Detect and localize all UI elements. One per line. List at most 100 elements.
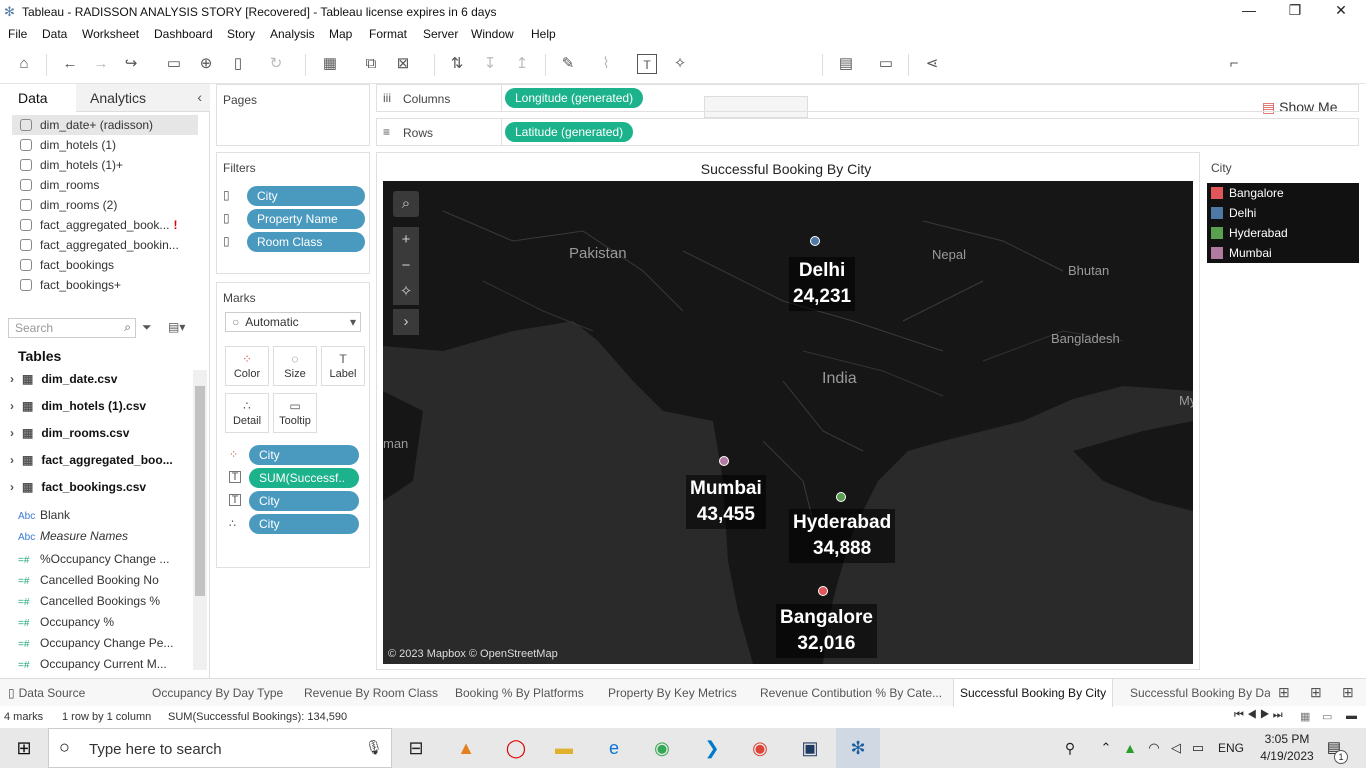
columns-pill-longitude[interactable]: Longitude (generated) — [505, 88, 644, 108]
file-explorer-icon[interactable]: ▬ — [552, 736, 576, 760]
datasource-item[interactable]: dim_rooms — [20, 178, 99, 192]
tabs-view-icon[interactable]: ▬ — [1346, 710, 1357, 722]
language-indicator[interactable]: ENG — [1218, 741, 1244, 755]
tab-analytics[interactable]: Analytics ‹ — [76, 84, 210, 112]
field-item[interactable]: =# Cancelled Bookings % — [18, 594, 160, 608]
map-point-mumbai[interactable] — [719, 456, 729, 466]
tab-sheet-active[interactable]: Successful Booking By City — [953, 679, 1114, 707]
replay-icon[interactable]: ↪ — [121, 54, 141, 74]
reset-map-icon[interactable]: ✧ — [393, 279, 419, 305]
menu-server[interactable]: Server — [423, 27, 458, 41]
table-item[interactable]: › ▦ dim_rooms.csv — [10, 426, 129, 440]
map-view[interactable]: Pakistan Nepal Bhutan Bangladesh India m… — [383, 181, 1193, 664]
filmstrip-icon[interactable]: ▭ — [1322, 710, 1332, 723]
tab-sheet[interactable]: Occupancy By Day Type — [152, 686, 283, 700]
chrome-icon[interactable]: ◉ — [748, 736, 772, 760]
map-toolbar-expand-icon[interactable]: › — [393, 309, 419, 335]
tab-sheet[interactable]: Revenue By Room Class — [304, 686, 438, 700]
sort-desc-icon[interactable]: ↥ — [512, 54, 532, 74]
menu-data[interactable]: Data — [42, 27, 67, 41]
rows-pill-latitude[interactable]: Latitude (generated) — [505, 122, 634, 142]
scrollbar[interactable] — [193, 370, 207, 670]
detail-button[interactable]: ∴ Detail — [225, 393, 269, 433]
legend-item[interactable]: Delhi — [1207, 203, 1359, 223]
label-button[interactable]: T Label — [321, 346, 365, 386]
filter-icon[interactable]: ⏷ — [142, 320, 152, 335]
marks-pill-city-detail[interactable]: City — [249, 514, 359, 534]
menu-analysis[interactable]: Analysis — [270, 27, 315, 41]
new-worksheet-icon[interactable]: ▦ — [320, 54, 340, 74]
home-icon[interactable]: ⌂ — [14, 54, 34, 74]
sheet-nav-icons[interactable]: ⏮ ◀ ▶ ⏭ — [1234, 709, 1283, 722]
people-icon[interactable]: ⚲ — [1058, 736, 1082, 760]
clear-sheet-icon[interactable]: ⊠ — [393, 54, 413, 74]
filters-shelf[interactable]: Filters ▯ City ▯ Property Name ▯ Room Cl… — [216, 152, 370, 274]
presentation-icon[interactable]: ▭ — [876, 54, 896, 74]
map-point-hyderabad[interactable] — [836, 492, 846, 502]
table-item[interactable]: › ▦ dim_hotels (1).csv — [10, 399, 146, 413]
undo-icon[interactable]: ← — [60, 54, 80, 74]
legend-item[interactable]: Mumbai — [1207, 243, 1359, 263]
tab-sheet[interactable]: Booking % By Platforms — [455, 686, 584, 700]
rows-shelf[interactable]: ≡ Rows Latitude (generated) — [376, 118, 1359, 146]
group-icon[interactable]: ⌇ — [596, 54, 616, 74]
menu-help[interactable]: Help — [531, 27, 556, 41]
tableau-public-icon[interactable]: ▣ — [798, 736, 822, 760]
tab-sheet[interactable]: Successful Booking By Da — [1130, 686, 1270, 700]
field-item[interactable]: =# Occupancy Change Pe... — [18, 636, 173, 650]
field-item[interactable]: Abc Blank — [18, 508, 70, 522]
zoom-out-icon[interactable]: − — [393, 253, 419, 279]
menu-window[interactable]: Window — [471, 27, 514, 41]
search-input[interactable]: Search ⌕ — [8, 318, 136, 338]
field-item[interactable]: =# Occupancy Current M... — [18, 657, 167, 671]
menu-map[interactable]: Map — [329, 27, 352, 41]
close-icon[interactable]: ✕ — [1318, 2, 1364, 19]
task-view-icon[interactable]: ⊟ — [404, 736, 428, 760]
share-icon[interactable]: ⋖ — [922, 54, 942, 74]
datasource-item[interactable]: fact_bookings+ — [20, 278, 121, 292]
table-item[interactable]: › ▦ fact_aggregated_boo... — [10, 453, 173, 467]
table-item[interactable]: › ▦ fact_bookings.csv — [10, 480, 146, 494]
view-options-icon[interactable]: ▤▾ — [168, 320, 185, 334]
chevron-up-icon[interactable]: ⌃ — [1094, 736, 1118, 760]
map-point-delhi[interactable] — [810, 236, 820, 246]
menu-dashboard[interactable]: Dashboard — [154, 27, 213, 41]
field-item[interactable]: Abc Measure Names — [18, 529, 128, 543]
field-item[interactable]: =# Occupancy % — [18, 615, 114, 629]
datasource-item[interactable]: dim_rooms (2) — [20, 198, 117, 212]
highlight-icon[interactable]: ✎ — [558, 54, 578, 74]
save-icon[interactable]: ▭ — [164, 54, 184, 74]
field-item[interactable]: =# Cancelled Booking No — [18, 573, 159, 587]
filter-pill-city[interactable]: City — [247, 186, 365, 206]
new-datasource-icon[interactable]: ⊕ — [196, 54, 216, 74]
pause-updates-icon[interactable]: ▯ — [228, 54, 248, 74]
datasource-item[interactable]: dim_hotels (1)+ — [20, 158, 123, 172]
menu-story[interactable]: Story — [227, 27, 255, 41]
tooltip-button[interactable]: ▭ Tooltip — [273, 393, 317, 433]
mark-type-dropdown[interactable]: ○ Automatic ▾ — [225, 312, 361, 332]
columns-shelf[interactable]: iii Columns Longitude (generated) — [376, 84, 1359, 112]
volume-icon[interactable]: ◁ — [1164, 736, 1188, 760]
minimize-icon[interactable]: — — [1226, 2, 1272, 18]
taskbar-search[interactable]: ○ Type here to search 🎙 — [48, 728, 392, 768]
show-labels-icon[interactable]: T — [637, 54, 657, 74]
fix-axes-icon[interactable]: ✧ — [670, 54, 690, 74]
datasource-item[interactable]: fact_aggregated_bookin... — [20, 238, 179, 252]
paint-roller-icon[interactable]: ⌐ — [1224, 54, 1244, 74]
scrollbar-thumb[interactable] — [195, 386, 205, 596]
tab-data-source[interactable]: ▯ Data Source — [8, 686, 85, 700]
datasource-item[interactable]: dim_hotels (1) — [20, 138, 116, 152]
restore-icon[interactable]: ❐ — [1272, 2, 1318, 19]
battery-icon[interactable]: ▭ — [1186, 736, 1210, 760]
datasource-item[interactable]: fact_bookings — [20, 258, 114, 272]
datasource-item[interactable]: dim_date+ (radisson) — [20, 118, 153, 132]
filter-pill-room-class[interactable]: Room Class — [247, 232, 365, 252]
pages-shelf[interactable]: Pages — [216, 84, 370, 146]
menu-format[interactable]: Format — [369, 27, 407, 41]
size-button[interactable]: ◌ Size — [273, 346, 317, 386]
new-dashboard-icon[interactable]: ⊞ — [1310, 684, 1322, 701]
tab-data[interactable]: Data — [0, 84, 76, 112]
map-search-icon[interactable]: ⌕ — [393, 191, 419, 217]
tableau-active-app[interactable]: ✻ — [836, 728, 880, 768]
marks-pill-city-color[interactable]: City — [249, 445, 359, 465]
